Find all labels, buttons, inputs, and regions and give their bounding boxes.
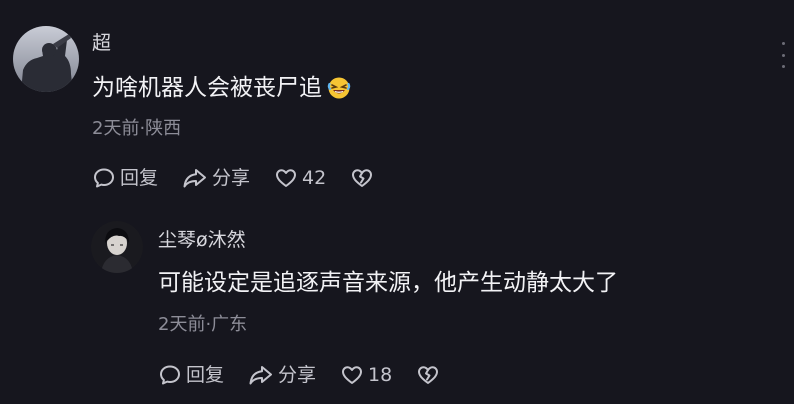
chat-bubble-icon: [160, 365, 180, 385]
share-arrow-icon: [183, 169, 207, 188]
reply-share-button[interactable]: 分享: [248, 363, 316, 387]
reply-reply-button[interactable]: 回复: [158, 363, 224, 387]
dot: [781, 53, 785, 57]
share-label: 分享: [278, 364, 317, 386]
reply-dislike-button[interactable]: [416, 363, 444, 387]
reply-user-name[interactable]: 尘琴ø沐然: [158, 228, 246, 252]
reply-label: 回复: [186, 364, 225, 386]
broken-heart-icon: [352, 169, 373, 187]
comment-avatar[interactable]: [13, 26, 79, 92]
heart-icon: [276, 169, 297, 187]
chat-bubble-icon: [94, 168, 114, 188]
comment-text-body: 为啥机器人会被丧尸追: [92, 75, 322, 101]
dislike-button[interactable]: [350, 166, 378, 190]
dot: [781, 42, 785, 45]
share-arrow-icon: [249, 366, 273, 385]
reply-button[interactable]: 回复: [92, 166, 158, 190]
share-label: 分享: [212, 167, 251, 189]
like-button[interactable]: 42: [274, 166, 326, 190]
reply-text: 可能设定是追逐声音来源，他产生动静太大了: [158, 268, 618, 298]
like-count: 18: [368, 364, 393, 386]
comment-user-name[interactable]: 超: [92, 31, 111, 55]
comment-time-location: 2天前·陕西: [92, 118, 182, 139]
comment-text: 为啥机器人会被丧尸追: [92, 73, 351, 103]
dot: [781, 65, 785, 68]
rolling-on-floor-laughing-icon: [327, 76, 351, 100]
reply-actions: 回复 分享 18: [158, 363, 444, 387]
share-button[interactable]: 分享: [182, 166, 250, 190]
broken-heart-icon: [418, 366, 439, 384]
comment-thread: 超 为啥机器人会被丧尸追 2天前·陕西 回复 分享 42 尘琴ø沐然 可能设定是…: [0, 0, 794, 404]
reply-time-location: 2天前·广东: [158, 314, 248, 335]
reply-text-body: 可能设定是追逐声音来源，他产生动静太大了: [158, 270, 618, 296]
reply-avatar[interactable]: [91, 221, 143, 273]
like-count: 42: [302, 167, 327, 189]
more-options-icon[interactable]: [780, 42, 786, 68]
heart-icon: [342, 366, 363, 384]
reply-label: 回复: [120, 167, 159, 189]
reply-like-button[interactable]: 18: [340, 363, 392, 387]
comment-actions: 回复 分享 42: [92, 166, 378, 190]
